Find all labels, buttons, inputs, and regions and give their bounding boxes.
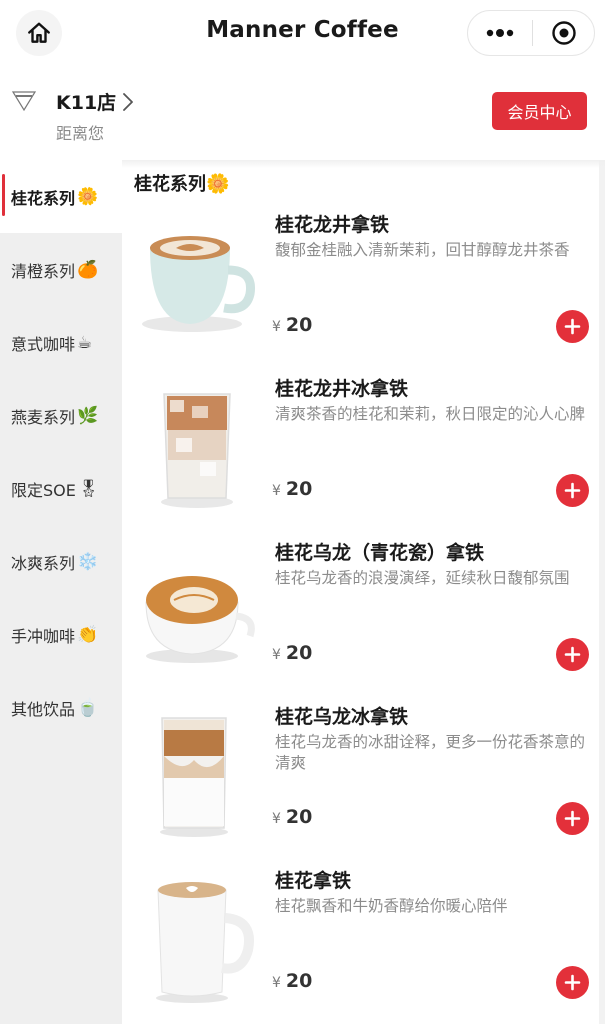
flower-icon: 🌼 (206, 173, 230, 195)
product-description: 桂花乌龙香的冰甜诠释，更多一份花香茶意的清爽 (275, 733, 586, 772)
product-price: ¥ 20 (272, 970, 312, 992)
product-card[interactable]: 桂花乌龙冰拿铁 桂花乌龙香的冰甜诠释，更多一份花香茶意的清爽 ¥ 20 (122, 702, 599, 866)
product-description: 桂花飘香和牛奶香醇给你暖心陪伴 (275, 897, 508, 915)
product-name: 桂花拿铁 (275, 870, 352, 892)
product-card[interactable]: 桂花龙井拿铁 馥郁金桂融入清新茉莉，回甘醇醇龙井茶香 ¥ 20 (122, 210, 599, 374)
category-emoji-icon: 🌿 (77, 405, 99, 426)
sidebar-item-label: 限定SOE (11, 480, 76, 500)
category-emoji-icon: 🍊 (77, 259, 99, 280)
product-description: 清爽茶香的桂花和茉莉，秋日限定的沁人心脾 (275, 405, 586, 423)
category-sidebar: 桂花系列 🌼 清橙系列 🍊 意式咖啡 ☕ 燕麦系列 🌿 限定SOE 🎖 冰爽系列 ❄️ 手冲咖啡 👏 其他饮… (0, 160, 122, 1024)
product-card[interactable]: 桂花龙井冰拿铁 清爽茶香的桂花和茉莉，秋日限定的沁人心脾 ¥ 20 (122, 374, 599, 538)
product-name: 桂花龙井冰拿铁 (275, 378, 409, 400)
category-emoji-icon: ❄️ (77, 551, 99, 572)
section-title-label: 桂花系列 (134, 174, 206, 195)
product-price: ¥ 20 (272, 314, 312, 336)
category-emoji-icon: 🌼 (77, 186, 99, 207)
sidebar-item[interactable]: 意式咖啡 ☕ (0, 306, 122, 379)
chevron-right-icon (123, 92, 134, 111)
currency-symbol: ¥ (272, 483, 281, 499)
sidebar-item[interactable]: 桂花系列 🌼 (0, 160, 122, 233)
section-title: 桂花系列🌼 (134, 170, 230, 196)
sidebar-item[interactable]: 冰爽系列 ❄️ (0, 525, 122, 598)
sidebar-item-label: 清橙系列 (11, 261, 76, 281)
product-price: ¥ 20 (272, 806, 312, 828)
member-center-button[interactable]: 会员中心 (492, 92, 587, 130)
product-list[interactable]: 桂花系列🌼 桂花龙井拿铁 馥郁金桂融入清新茉莉，回甘醇醇龙井茶香 ¥ 20 桂花… (122, 160, 605, 1024)
navigation-bar: Manner Coffee (0, 0, 605, 68)
mini-program-capsule (467, 10, 595, 56)
product-card[interactable]: 桂花拿铁 桂花飘香和牛奶香醇给你暖心陪伴 ¥ 20 (122, 866, 599, 1024)
plus-icon (564, 646, 581, 663)
add-to-cart-button[interactable] (556, 802, 589, 835)
currency-symbol: ¥ (272, 647, 281, 663)
price-value: 20 (285, 806, 313, 828)
add-to-cart-button[interactable] (556, 310, 589, 343)
close-button[interactable] (533, 11, 594, 55)
store-selector[interactable]: K11店 (56, 88, 134, 115)
product-name: 桂花龙井拿铁 (275, 214, 390, 236)
target-close-icon (551, 21, 576, 45)
sidebar-item-label: 桂花系列 (11, 188, 76, 208)
category-emoji-icon: ☕ (77, 332, 93, 353)
price-value: 20 (285, 478, 313, 500)
more-button[interactable] (468, 11, 532, 55)
sidebar-item-label: 意式咖啡 (11, 334, 76, 354)
product-name: 桂花乌龙冰拿铁 (275, 706, 409, 728)
product-card[interactable]: 桂花乌龙（青花瓷）拿铁 桂花乌龙香的浪漫演绎，延续秋日馥郁氛围 ¥ 20 (122, 538, 599, 702)
product-image[interactable] (132, 868, 262, 1004)
sidebar-item-label: 其他饮品 (11, 699, 76, 719)
price-value: 20 (285, 970, 313, 992)
currency-symbol: ¥ (272, 811, 281, 827)
product-image[interactable] (132, 704, 262, 840)
category-emoji-icon: 🎖 (77, 478, 100, 499)
product-image[interactable] (132, 212, 262, 348)
currency-symbol: ¥ (272, 975, 281, 991)
sidebar-item[interactable]: 手冲咖啡 👏 (0, 598, 122, 671)
product-image[interactable] (132, 540, 262, 676)
add-to-cart-button[interactable] (556, 638, 589, 671)
store-distance: 距离您 (56, 124, 105, 143)
store-header: K11店 距离您 会员中心 (0, 68, 605, 160)
category-emoji-icon: 👏 (77, 624, 99, 645)
plus-icon (564, 482, 581, 499)
product-name: 桂花乌龙（青花瓷）拿铁 (275, 542, 485, 564)
manner-logo-icon (12, 91, 36, 112)
price-value: 20 (285, 642, 313, 664)
category-emoji-icon: 🍵 (77, 697, 99, 718)
add-to-cart-button[interactable] (556, 474, 589, 507)
plus-icon (564, 974, 581, 991)
store-name: K11店 (56, 92, 117, 114)
sidebar-item[interactable]: 其他饮品 🍵 (0, 671, 122, 744)
add-to-cart-button[interactable] (556, 966, 589, 999)
sidebar-item-label: 燕麦系列 (11, 407, 76, 427)
sidebar-item-label: 冰爽系列 (11, 553, 76, 573)
sidebar-item-label: 手冲咖啡 (11, 626, 76, 646)
sidebar-item[interactable]: 燕麦系列 🌿 (0, 379, 122, 452)
sidebar-item[interactable]: 清橙系列 🍊 (0, 233, 122, 306)
plus-icon (564, 318, 581, 335)
currency-symbol: ¥ (272, 319, 281, 335)
product-description: 桂花乌龙香的浪漫演绎，延续秋日馥郁氛围 (275, 569, 570, 587)
sidebar-item[interactable]: 限定SOE 🎖 (0, 452, 122, 525)
price-value: 20 (285, 314, 313, 336)
more-icon (486, 29, 514, 37)
list-top-shadow (122, 160, 605, 168)
product-image[interactable] (132, 376, 262, 512)
product-description: 馥郁金桂融入清新茉莉，回甘醇醇龙井茶香 (275, 241, 570, 259)
product-price: ¥ 20 (272, 642, 312, 664)
plus-icon (564, 810, 581, 827)
product-price: ¥ 20 (272, 478, 312, 500)
